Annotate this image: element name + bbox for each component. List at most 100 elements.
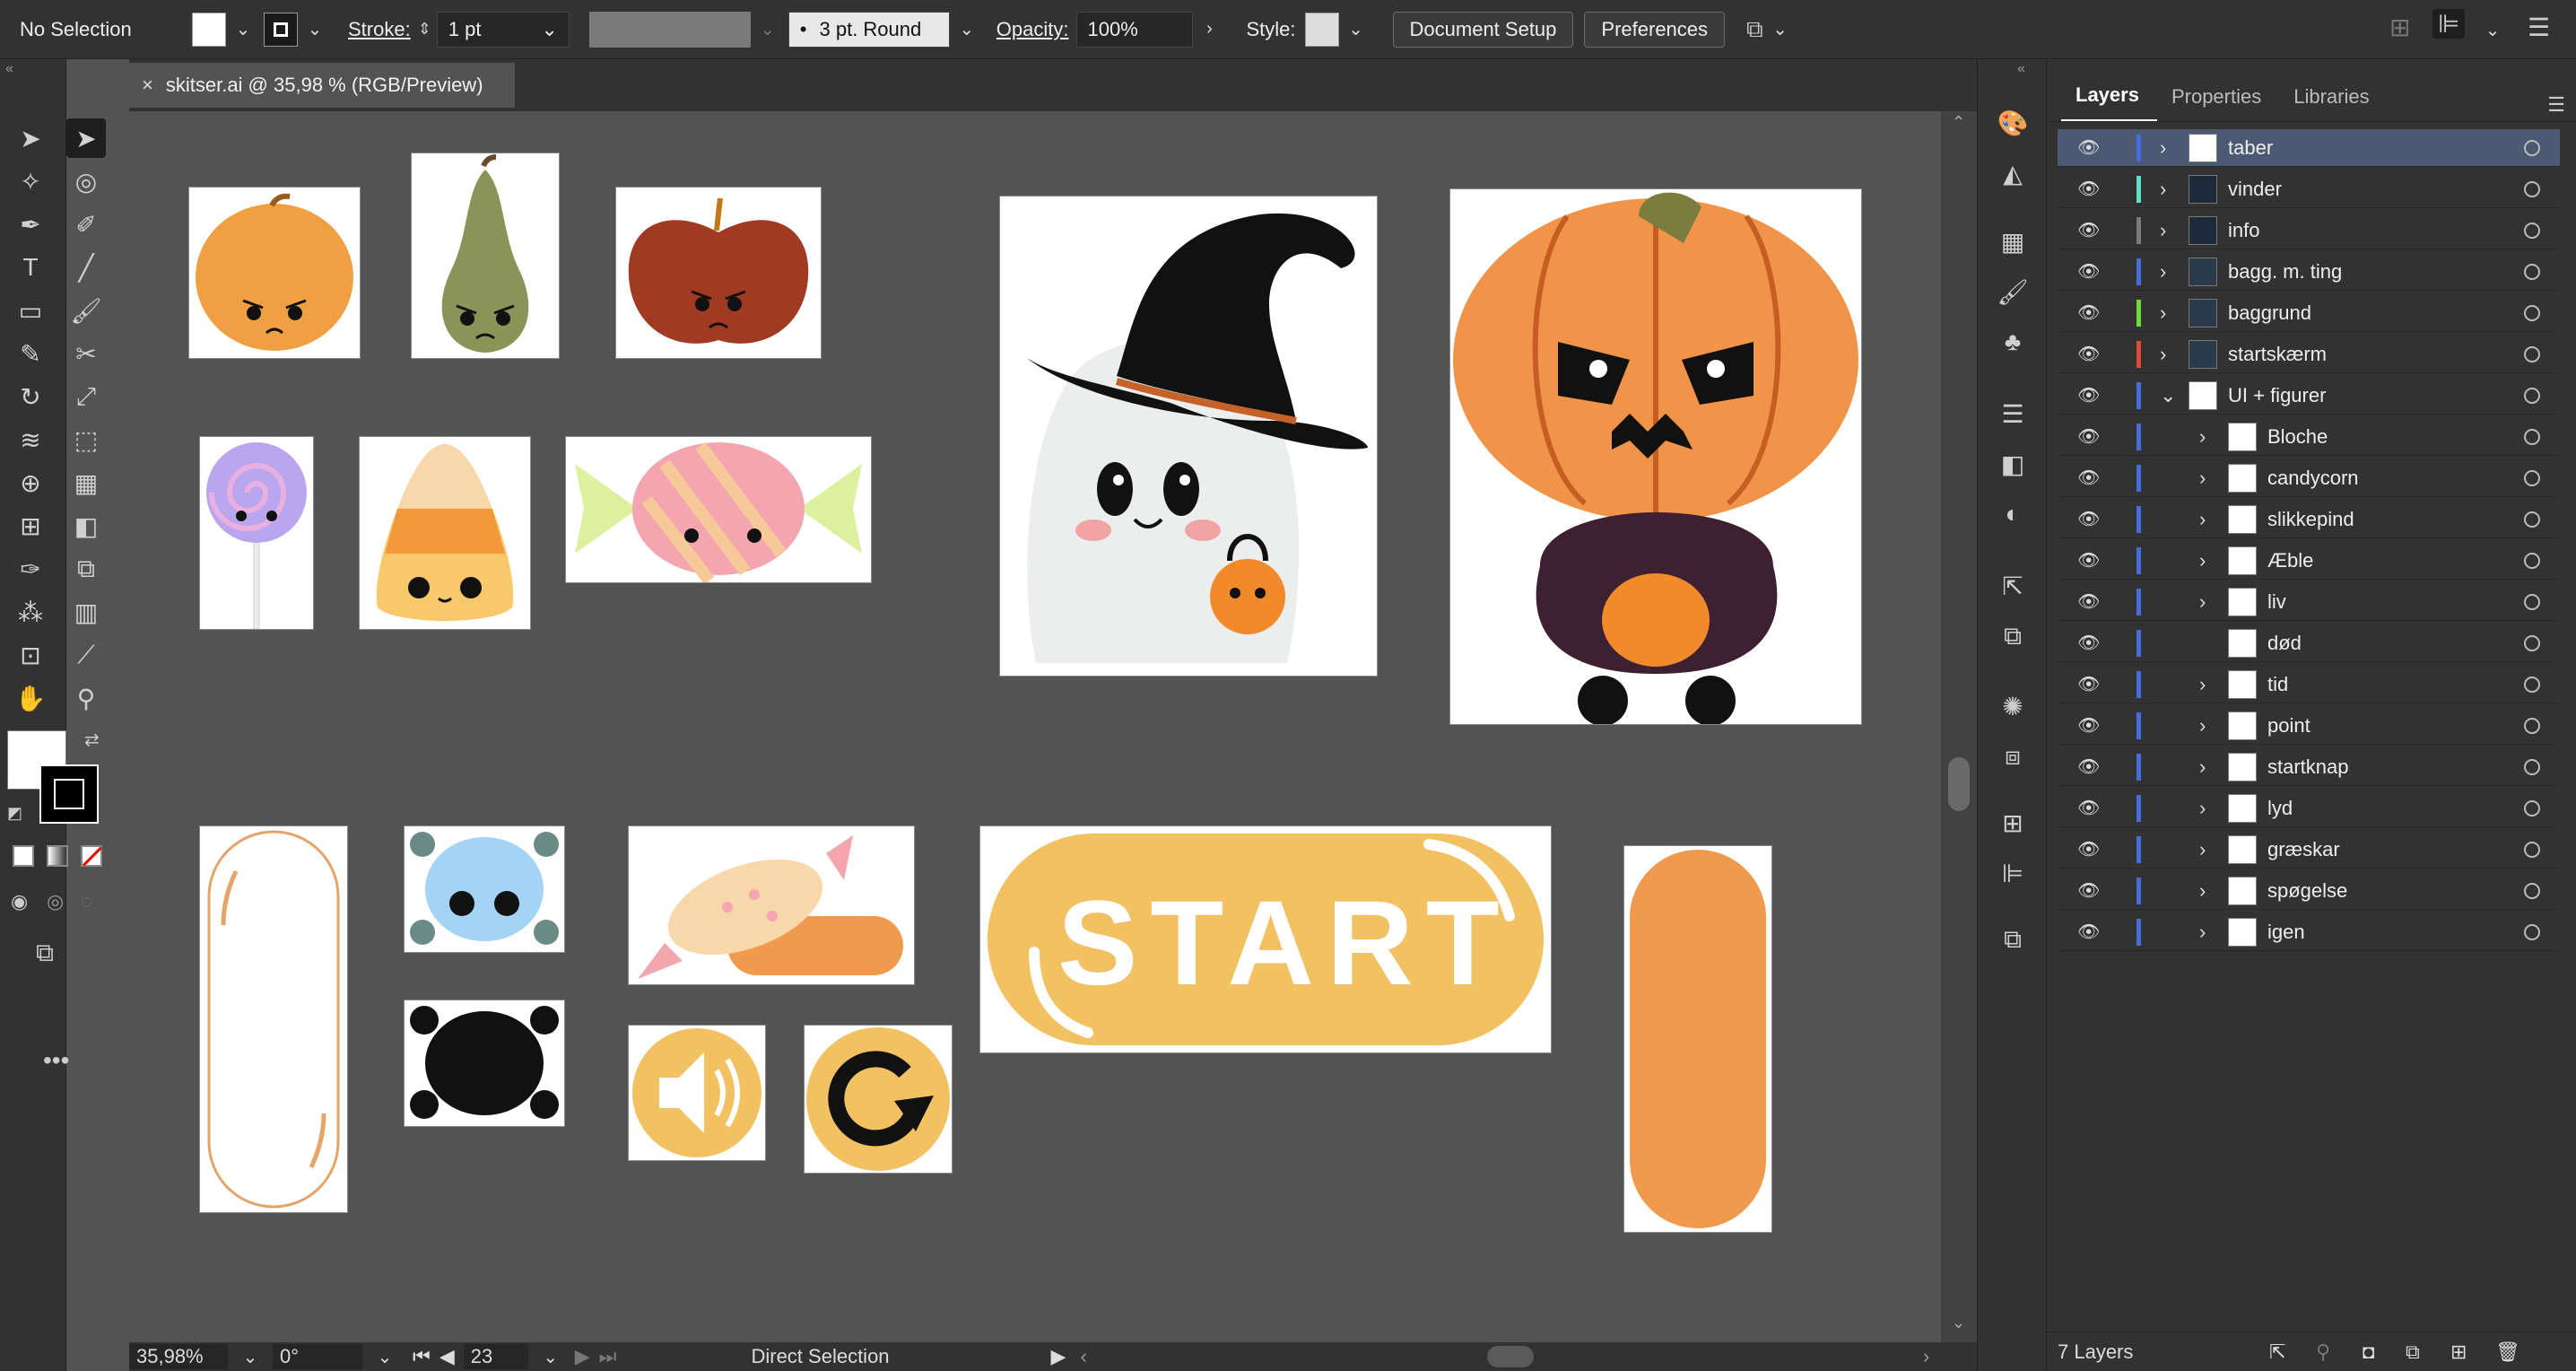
chevron-right-icon[interactable]: ›	[2160, 260, 2166, 284]
sublayer-name[interactable]: tid	[2267, 673, 2288, 696]
transform-icon[interactable]: ⊞	[1994, 804, 2032, 842]
stroke-chevron-down-icon[interactable]: ⌄	[305, 20, 325, 39]
chevron-right-icon[interactable]: ›	[2199, 590, 2206, 614]
stroke-stepper-icon[interactable]: ⇕	[418, 20, 431, 39]
target-circle-icon[interactable]	[2524, 717, 2540, 734]
tab-properties[interactable]: Properties	[2157, 85, 2279, 121]
free-transform-icon[interactable]: ⬚	[66, 420, 106, 459]
layer-name[interactable]: taber	[2228, 136, 2273, 160]
export-layer-icon[interactable]: ⇱	[2269, 1340, 2285, 1364]
sublayer-row[interactable]: 👁 død	[2058, 624, 2560, 662]
preferences-button[interactable]: Preferences	[1584, 11, 1726, 48]
arrange-icon[interactable]: ⧉	[1746, 15, 1763, 44]
target-circle-icon[interactable]	[2524, 304, 2540, 321]
artboards-panel-icon[interactable]: ⧉	[1994, 617, 2032, 655]
more-tools-icon[interactable]: •••	[43, 1046, 69, 1075]
sublayer-name[interactable]: lyd	[2267, 797, 2293, 820]
tab-layers[interactable]: Layers	[2061, 83, 2157, 121]
target-circle-icon[interactable]	[2524, 428, 2540, 445]
hscroll-right-icon[interactable]: ›	[1923, 1345, 1929, 1368]
blend-tool-icon[interactable]: ⧉	[66, 549, 106, 589]
lasso-icon[interactable]: ◎	[66, 162, 106, 201]
sublayer-row[interactable]: 👁 › startknap	[2058, 748, 2560, 786]
visibility-eye-icon[interactable]: 👁	[2077, 673, 2100, 695]
visibility-eye-icon[interactable]: 👁	[2077, 797, 2100, 819]
chevron-right-icon[interactable]: ›	[2199, 673, 2206, 696]
chevron-right-icon[interactable]: ›	[2199, 921, 2206, 944]
artboard-pumpkin-enemy[interactable]	[188, 187, 361, 359]
visibility-eye-icon[interactable]: 👁	[2077, 219, 2100, 241]
eyedropper-icon[interactable]: ✑	[11, 549, 50, 589]
align-icon[interactable]: ⊫	[1994, 854, 2032, 892]
artboard-chevron-down-icon[interactable]: ⌄	[541, 1347, 561, 1367]
artboard-points[interactable]	[628, 825, 915, 985]
zoom-field[interactable]: 35,98%	[129, 1344, 228, 1369]
clipping-mask-icon[interactable]: ◘	[2363, 1340, 2374, 1364]
artboard-sound[interactable]	[628, 1025, 766, 1161]
sublayer-name[interactable]: græskar	[2267, 838, 2340, 861]
magic-wand-icon[interactable]: ✧	[11, 162, 50, 201]
next-artboard-icon[interactable]: ▶	[575, 1345, 590, 1368]
new-layer-icon[interactable]: ⊞	[2450, 1340, 2467, 1364]
brushes-icon[interactable]: 🖌	[1994, 273, 2032, 310]
paintbrush-icon[interactable]: 🖌	[66, 291, 106, 330]
color-guide-icon[interactable]: ◭	[1994, 154, 2032, 192]
document-setup-button[interactable]: Document Setup	[1392, 11, 1574, 48]
target-circle-icon[interactable]	[2524, 552, 2540, 569]
style-swatch[interactable]	[1304, 12, 1339, 47]
sublayer-name[interactable]: Bloche	[2267, 425, 2328, 449]
sublayer-name[interactable]: liv	[2267, 590, 2286, 614]
document-tab[interactable]: × skitser.ai @ 35,98 % (RGB/Preview)	[129, 63, 515, 108]
target-circle-icon[interactable]	[2524, 345, 2540, 362]
artboard-tool-icon[interactable]: ⊡	[11, 635, 50, 675]
layer-row[interactable]: 👁 ⌄ UI + figurer	[2058, 377, 2560, 415]
screen-mode-icon[interactable]: ⧉	[36, 939, 54, 968]
layer-row[interactable]: 👁 › bagg. m. ting	[2058, 253, 2560, 291]
zoom-tool-icon[interactable]: ⚲	[66, 678, 106, 718]
layer-name[interactable]: vinder	[2228, 178, 2282, 201]
artboard-death-icon[interactable]	[404, 1000, 565, 1127]
sublayer-row[interactable]: 👁 › spøgelse	[2058, 872, 2560, 910]
visibility-eye-icon[interactable]: 👁	[2077, 508, 2100, 530]
target-circle-icon[interactable]	[2524, 923, 2540, 940]
visibility-eye-icon[interactable]: 👁	[2077, 260, 2100, 283]
visibility-eye-icon[interactable]: 👁	[2077, 755, 2100, 778]
shaper-tool-icon[interactable]: ✎	[11, 334, 50, 373]
sublayer-row[interactable]: 👁 › tid	[2058, 666, 2560, 703]
menu-icon[interactable]: ☰	[2528, 13, 2550, 42]
layer-name[interactable]: UI + figurer	[2228, 384, 2326, 407]
artboard-life-icon[interactable]	[404, 825, 565, 953]
symbol-sprayer-icon[interactable]: ⁂	[11, 592, 50, 632]
zoom-chevron-down-icon[interactable]: ⌄	[240, 1347, 260, 1367]
hscroll-left-icon[interactable]: ‹	[1080, 1345, 1086, 1368]
rotation-chevron-down-icon[interactable]: ⌄	[375, 1347, 395, 1367]
sublayer-name[interactable]: point	[2267, 714, 2311, 738]
sublayer-name[interactable]: slikkepind	[2267, 508, 2354, 531]
artboard-pumpkin-character[interactable]	[1449, 188, 1862, 726]
transparency-icon[interactable]: ◐	[1994, 495, 2032, 533]
target-circle-icon[interactable]	[2524, 593, 2540, 610]
artboard-ghost[interactable]	[999, 196, 1378, 677]
visibility-eye-icon[interactable]: 👁	[2077, 921, 2100, 943]
direct-selection-tool-icon[interactable]: ➤	[66, 118, 106, 158]
chevron-right-icon[interactable]: ›	[2160, 178, 2166, 201]
sublayer-name[interactable]: igen	[2267, 921, 2305, 944]
target-circle-icon[interactable]	[2524, 387, 2540, 404]
pen-tool-icon[interactable]: ✒	[11, 205, 50, 244]
layer-row[interactable]: 👁 › startskærm	[2058, 336, 2560, 373]
first-artboard-icon[interactable]: ⏮	[413, 1345, 431, 1368]
chevron-right-icon[interactable]: ›	[2199, 508, 2206, 531]
layer-row[interactable]: 👁 › vinder	[2058, 170, 2560, 208]
collapse-icon[interactable]: «	[5, 61, 13, 77]
symbols-icon[interactable]: ♣	[1994, 323, 2032, 361]
sublayer-name[interactable]: død	[2267, 632, 2302, 655]
stroke-label[interactable]: Stroke:	[348, 18, 411, 41]
rotation-field[interactable]: 0°	[273, 1344, 362, 1369]
chevron-right-icon[interactable]: ›	[2199, 425, 2206, 449]
scroll-up-icon[interactable]: ⌃	[1952, 113, 1965, 132]
target-circle-icon[interactable]	[2524, 882, 2540, 899]
arrange-chevron-down-icon[interactable]: ⌄	[1771, 20, 1790, 39]
sublayer-row[interactable]: 👁 › point	[2058, 707, 2560, 745]
none-mode-icon[interactable]	[81, 845, 102, 867]
target-circle-icon[interactable]	[2524, 758, 2540, 775]
